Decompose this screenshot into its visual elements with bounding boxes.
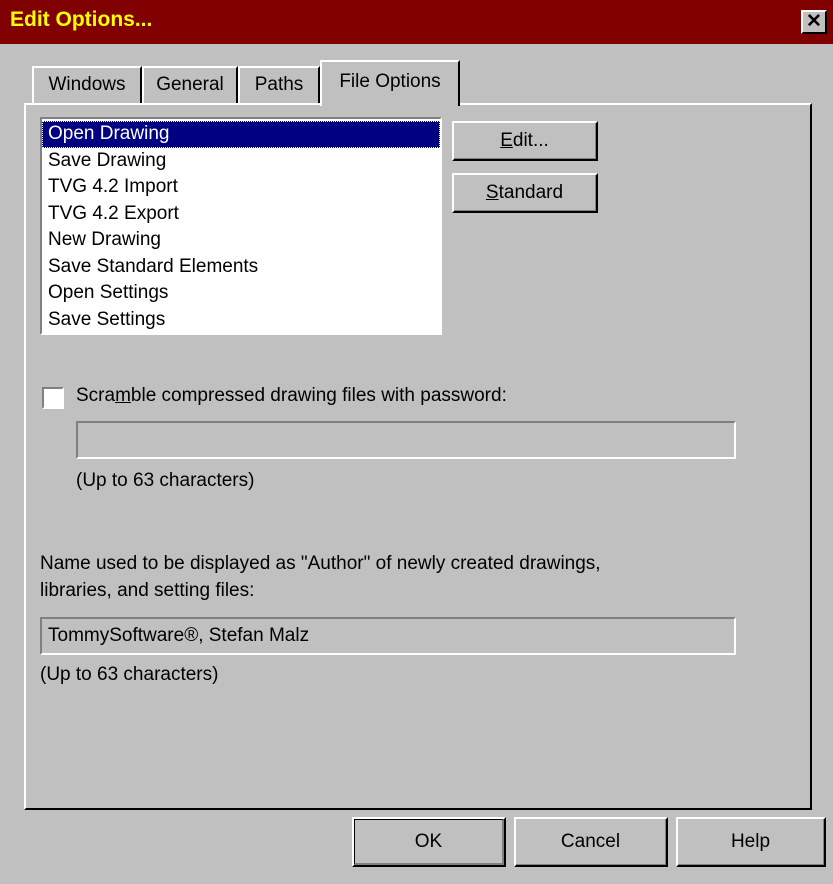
author-description-line1: Name used to be displayed as "Author" of… bbox=[40, 553, 601, 574]
scramble-label[interactable]: Scramble compressed drawing files with p… bbox=[76, 385, 507, 407]
standard-mnemonic: S bbox=[485, 181, 499, 203]
author-field[interactable]: TommySoftware®, Stefan Malz bbox=[40, 617, 736, 655]
author-value: TommySoftware®, Stefan Malz bbox=[48, 625, 310, 646]
tab-general[interactable]: General bbox=[142, 66, 238, 106]
tab-label: Windows bbox=[48, 74, 126, 95]
list-item[interactable]: Save Settings bbox=[42, 307, 440, 334]
ok-button[interactable]: OK bbox=[352, 817, 506, 867]
edit-mnemonic: E bbox=[500, 129, 513, 151]
password-hint: (Up to 63 characters) bbox=[76, 470, 255, 491]
password-field[interactable] bbox=[76, 421, 736, 459]
scramble-label-pre: Scra bbox=[76, 385, 116, 406]
list-item[interactable]: TVG 4.2 Export bbox=[42, 201, 440, 228]
close-button[interactable]: ✕ bbox=[801, 10, 827, 34]
edit-label-rest: dit... bbox=[512, 129, 549, 151]
file-operation-list[interactable]: Open Drawing Save Drawing TVG 4.2 Import… bbox=[40, 117, 442, 335]
list-item[interactable]: TVG 4.2 Import bbox=[42, 174, 440, 201]
help-button[interactable]: Help bbox=[676, 817, 826, 867]
list-item[interactable]: New Drawing bbox=[42, 227, 440, 254]
edit-button[interactable]: Edit... bbox=[452, 121, 598, 161]
help-label: Help bbox=[730, 830, 771, 852]
tab-file-options[interactable]: File Options bbox=[320, 60, 460, 106]
standard-button[interactable]: Standard bbox=[452, 173, 598, 213]
list-item[interactable]: Save Drawing bbox=[42, 148, 440, 175]
tab-label: File Options bbox=[339, 71, 441, 92]
tab-label: General bbox=[156, 74, 224, 95]
tab-paths[interactable]: Paths bbox=[238, 66, 320, 106]
standard-label-rest: tandard bbox=[498, 181, 564, 203]
author-hint: (Up to 63 characters) bbox=[40, 664, 219, 685]
scramble-checkbox[interactable] bbox=[42, 387, 64, 409]
scramble-mnemonic: m bbox=[115, 385, 131, 406]
list-item[interactable]: Open Drawing bbox=[42, 121, 440, 148]
scramble-label-post: ble compressed drawing files with passwo… bbox=[130, 385, 507, 406]
list-item[interactable]: Open Settings bbox=[42, 280, 440, 307]
author-description-line2: libraries, and setting files: bbox=[40, 580, 255, 601]
tab-windows[interactable]: Windows bbox=[32, 66, 142, 106]
cancel-button[interactable]: Cancel bbox=[514, 817, 668, 867]
ok-label: OK bbox=[414, 830, 443, 852]
title-bar[interactable]: Edit Options... ✕ bbox=[0, 0, 833, 44]
list-item[interactable]: Save Standard Elements bbox=[42, 254, 440, 281]
window-title: Edit Options... bbox=[10, 8, 153, 31]
cancel-label: Cancel bbox=[560, 830, 621, 852]
tab-label: Paths bbox=[254, 74, 304, 95]
close-icon: ✕ bbox=[806, 11, 822, 32]
